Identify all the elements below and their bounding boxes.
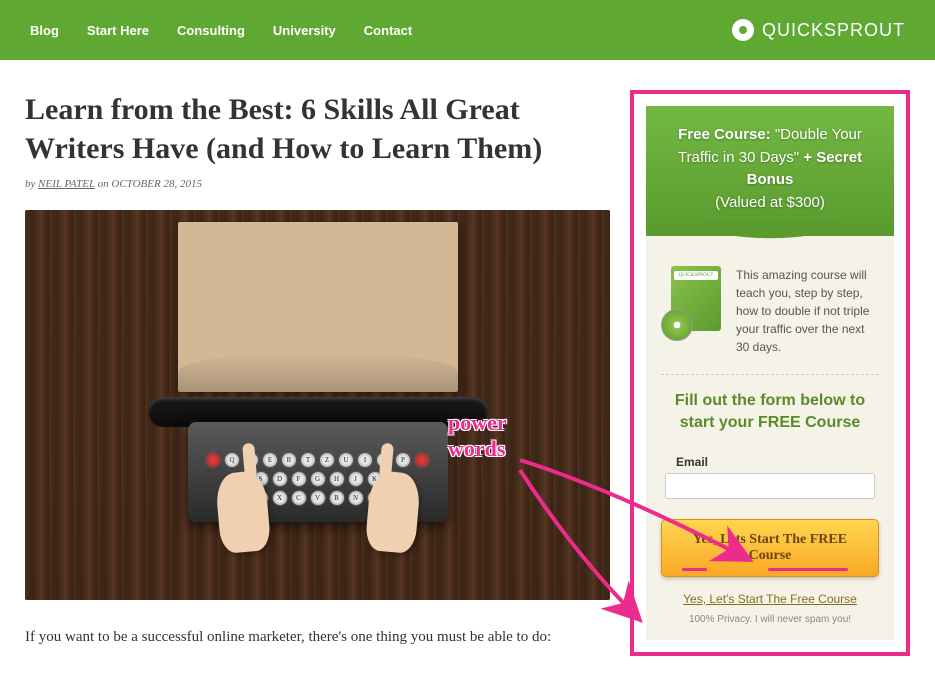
nav-blog[interactable]: Blog xyxy=(30,23,59,38)
publish-date: OCTOBER 28, 2015 xyxy=(111,178,202,190)
divider xyxy=(661,374,879,375)
nav-consulting[interactable]: Consulting xyxy=(177,23,245,38)
promo-description: This amazing course will teach you, step… xyxy=(736,266,879,356)
nav-contact[interactable]: Contact xyxy=(364,23,412,38)
annotation-underline xyxy=(682,568,707,571)
article-body: If you want to be a successful online ma… xyxy=(25,625,610,649)
article-title: Learn from the Best: 6 Skills All Great … xyxy=(25,90,610,168)
form-title: Fill out the form below to start your FR… xyxy=(661,390,879,435)
main-article: Learn from the Best: 6 Skills All Great … xyxy=(25,90,610,656)
email-input[interactable] xyxy=(665,473,875,499)
brand-name: QUICKSPROUT xyxy=(762,20,905,41)
annotation-underline xyxy=(768,568,848,571)
alt-cta-link[interactable]: Yes, Let's Start The Free Course xyxy=(661,592,879,606)
brand-logo[interactable]: QUICKSPROUT xyxy=(732,19,905,41)
header-nav: Blog Start Here Consulting University Co… xyxy=(0,0,935,60)
nav-start-here[interactable]: Start Here xyxy=(87,23,149,38)
byline: by NEIL PATEL on OCTOBER 28, 2015 xyxy=(25,178,610,190)
email-label: Email xyxy=(676,455,879,469)
logo-icon xyxy=(732,19,754,41)
author-link[interactable]: NEIL PATEL xyxy=(38,178,95,190)
promo-header: Free Course: "Double Your Traffic in 30 … xyxy=(646,106,894,236)
nav-menu: Blog Start Here Consulting University Co… xyxy=(30,23,412,38)
cta-button[interactable]: Yes, Lets Start The FREE Course xyxy=(661,519,879,577)
privacy-text: 100% Privacy. I will never spam you! xyxy=(661,614,879,625)
nav-university[interactable]: University xyxy=(273,23,336,38)
hero-image: QWERTZUIOP ASDFGHJKL YXCVBNM xyxy=(25,210,610,600)
product-image xyxy=(661,266,726,341)
sidebar-promo: Free Course: "Double Your Traffic in 30 … xyxy=(630,90,910,656)
